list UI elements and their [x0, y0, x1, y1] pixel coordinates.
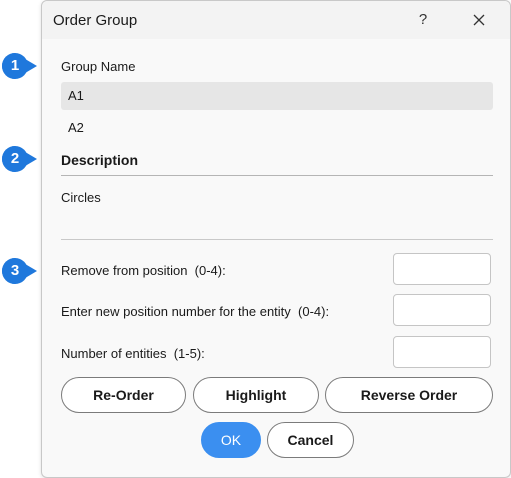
reverse-order-button[interactable]: Reverse Order [325, 377, 493, 413]
callout-number: 3 [10, 262, 20, 279]
group-list-item[interactable]: A1 [61, 82, 493, 110]
callout-number: 2 [10, 150, 20, 167]
description-divider [61, 175, 493, 176]
callout-marker-1: 1 [2, 53, 38, 79]
entity-count-input[interactable] [393, 336, 491, 368]
remove-position-label: Remove from position (0-4): [61, 263, 226, 278]
description-value: Circles [61, 190, 101, 205]
group-name-label: Group Name [61, 59, 136, 74]
close-icon [473, 14, 485, 26]
entity-count-label: Number of entities (1-5): [61, 346, 205, 361]
callout-number: 1 [10, 57, 20, 74]
ok-button[interactable]: OK [201, 422, 261, 458]
callout-marker-2: 2 [2, 146, 38, 172]
highlight-button[interactable]: Highlight [193, 377, 319, 413]
close-button[interactable] [466, 7, 492, 33]
remove-position-input[interactable] [393, 253, 491, 285]
group-list-item[interactable]: A2 [61, 114, 493, 142]
group-list-item-label: A1 [68, 88, 84, 103]
order-group-dialog: Order Group ? Group Name A1 A2 Descripti… [41, 0, 511, 478]
cancel-button[interactable]: Cancel [267, 422, 354, 458]
callout-marker-3: 3 [2, 258, 38, 284]
help-button[interactable]: ? [410, 7, 436, 33]
title-bar: Order Group ? [42, 1, 510, 39]
section-divider [61, 239, 493, 240]
description-label: Description [61, 152, 139, 168]
new-position-label: Enter new position number for the entity… [61, 304, 330, 319]
new-position-input[interactable] [393, 294, 491, 326]
group-list-item-label: A2 [68, 120, 84, 135]
reorder-button[interactable]: Re-Order [61, 377, 186, 413]
dialog-title: Order Group [53, 12, 138, 29]
